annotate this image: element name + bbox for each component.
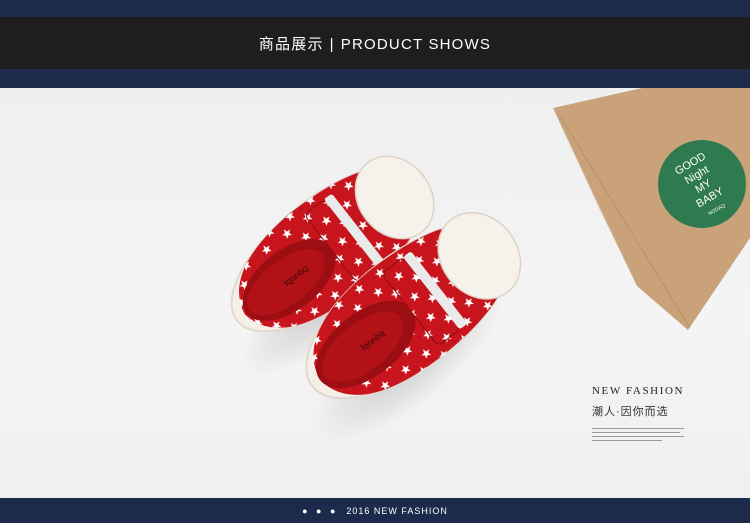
footer-dots: ● ● ● (302, 505, 339, 516)
page-title: 商品展示 | PRODUCT SHOWS (259, 33, 491, 54)
header-band: 商品展示 | PRODUCT SHOWS (0, 17, 750, 69)
footer-text: 2016 NEW FASHION (346, 505, 448, 516)
caption-fine-print (592, 428, 742, 441)
title-cn: 商品展示 (258, 35, 324, 53)
header-bar: 商品展示 | PRODUCT SHOWS (0, 0, 750, 88)
footer-bar: ● ● ● 2016 NEW FASHION (0, 498, 750, 523)
caption-block: NEW FASHION 潮人·因你而选 (592, 385, 742, 444)
paper-bag: GOOD Night MY BABY NODAQ (553, 88, 750, 330)
caption-title: NEW FASHION (592, 385, 685, 397)
title-separator: | (329, 35, 335, 53)
title-en: PRODUCT SHOWS (340, 35, 492, 53)
caption-subtitle: 潮人·因你而选 (592, 406, 669, 418)
